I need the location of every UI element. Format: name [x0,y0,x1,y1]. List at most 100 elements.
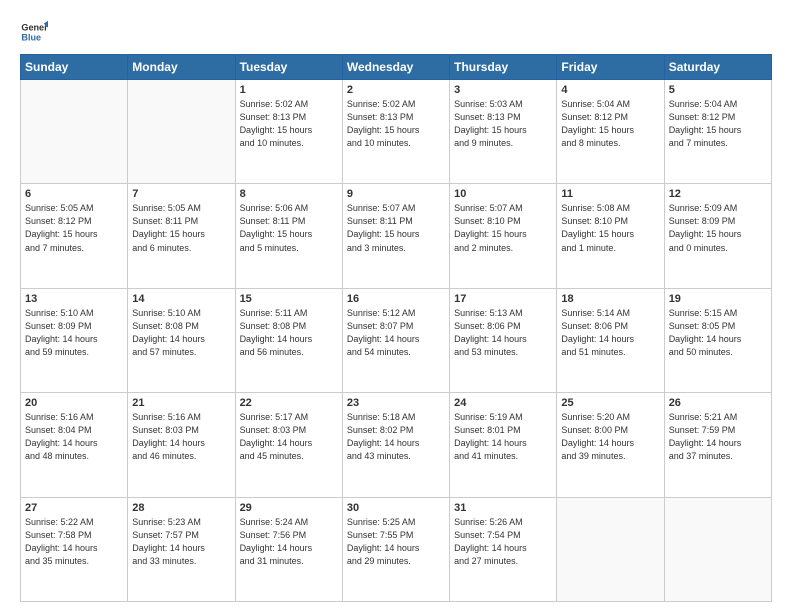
day-info: Sunrise: 5:11 AM Sunset: 8:08 PM Dayligh… [240,307,338,359]
weekday-monday: Monday [128,55,235,80]
header: General Blue [20,18,772,46]
svg-text:General: General [21,23,48,33]
day-info: Sunrise: 5:20 AM Sunset: 8:00 PM Dayligh… [561,411,659,463]
day-cell: 17 Sunrise: 5:13 AM Sunset: 8:06 PM Dayli… [450,288,557,392]
day-info: Sunrise: 5:04 AM Sunset: 8:12 PM Dayligh… [561,98,659,150]
day-info: Sunrise: 5:16 AM Sunset: 8:04 PM Dayligh… [25,411,123,463]
week-row-3: 13 Sunrise: 5:10 AM Sunset: 8:09 PM Dayli… [21,288,772,392]
day-info: Sunrise: 5:09 AM Sunset: 8:09 PM Dayligh… [669,202,767,254]
day-cell: 19Sunrise: 5:15 AM Sunset: 8:05 PM Dayli… [664,288,771,392]
day-info: Sunrise: 5:18 AM Sunset: 8:02 PM Dayligh… [347,411,445,463]
day-cell: 9 Sunrise: 5:07 AM Sunset: 8:11 PM Daylig… [342,184,449,288]
day-cell: 11Sunrise: 5:08 AM Sunset: 8:10 PM Dayli… [557,184,664,288]
day-cell: 4 Sunrise: 5:04 AM Sunset: 8:12 PM Daylig… [557,80,664,184]
day-cell [21,80,128,184]
day-cell: 15Sunrise: 5:11 AM Sunset: 8:08 PM Dayli… [235,288,342,392]
day-number: 31 [454,502,552,514]
day-number: 9 [347,188,445,200]
day-info: Sunrise: 5:19 AM Sunset: 8:01 PM Dayligh… [454,411,552,463]
day-cell: 25 Sunrise: 5:20 AM Sunset: 8:00 PM Dayli… [557,393,664,497]
day-number: 1 [240,84,338,96]
week-row-1: 1 Sunrise: 5:02 AM Sunset: 8:13 PM Daylig… [21,80,772,184]
day-number: 2 [347,84,445,96]
day-info: Sunrise: 5:23 AM Sunset: 7:57 PM Dayligh… [132,516,230,568]
day-info: Sunrise: 5:07 AM Sunset: 8:11 PM Dayligh… [347,202,445,254]
day-cell [557,497,664,601]
day-number: 5 [669,84,767,96]
week-row-2: 6Sunrise: 5:05 AM Sunset: 8:12 PM Daylig… [21,184,772,288]
day-info: Sunrise: 5:06 AM Sunset: 8:11 PM Dayligh… [240,202,338,254]
day-info: Sunrise: 5:02 AM Sunset: 8:13 PM Dayligh… [240,98,338,150]
day-cell: 8 Sunrise: 5:06 AM Sunset: 8:11 PM Daylig… [235,184,342,288]
weekday-wednesday: Wednesday [342,55,449,80]
day-cell: 21 Sunrise: 5:16 AM Sunset: 8:03 PM Dayli… [128,393,235,497]
day-number: 16 [347,293,445,305]
day-number: 3 [454,84,552,96]
day-number: 30 [347,502,445,514]
day-number: 17 [454,293,552,305]
day-info: Sunrise: 5:08 AM Sunset: 8:10 PM Dayligh… [561,202,659,254]
day-number: 28 [132,502,230,514]
day-number: 8 [240,188,338,200]
calendar: SundayMondayTuesdayWednesdayThursdayFrid… [20,54,772,602]
day-info: Sunrise: 5:25 AM Sunset: 7:55 PM Dayligh… [347,516,445,568]
day-cell: 16 Sunrise: 5:12 AM Sunset: 8:07 PM Dayli… [342,288,449,392]
day-info: Sunrise: 5:10 AM Sunset: 8:09 PM Dayligh… [25,307,123,359]
day-cell: 7Sunrise: 5:05 AM Sunset: 8:11 PM Daylig… [128,184,235,288]
day-info: Sunrise: 5:26 AM Sunset: 7:54 PM Dayligh… [454,516,552,568]
weekday-header-row: SundayMondayTuesdayWednesdayThursdayFrid… [21,55,772,80]
day-cell: 12 Sunrise: 5:09 AM Sunset: 8:09 PM Dayli… [664,184,771,288]
day-number: 25 [561,397,659,409]
day-cell: 31 Sunrise: 5:26 AM Sunset: 7:54 PM Dayli… [450,497,557,601]
day-cell: 20 Sunrise: 5:16 AM Sunset: 8:04 PM Dayli… [21,393,128,497]
day-info: Sunrise: 5:14 AM Sunset: 8:06 PM Dayligh… [561,307,659,359]
day-number: 20 [25,397,123,409]
day-cell [128,80,235,184]
day-info: Sunrise: 5:12 AM Sunset: 8:07 PM Dayligh… [347,307,445,359]
day-info: Sunrise: 5:17 AM Sunset: 8:03 PM Dayligh… [240,411,338,463]
day-number: 14 [132,293,230,305]
day-cell: 28 Sunrise: 5:23 AM Sunset: 7:57 PM Dayli… [128,497,235,601]
week-row-5: 27 Sunrise: 5:22 AM Sunset: 7:58 PM Dayli… [21,497,772,601]
day-cell: 30 Sunrise: 5:25 AM Sunset: 7:55 PM Dayli… [342,497,449,601]
day-number: 13 [25,293,123,305]
day-cell: 2Sunrise: 5:02 AM Sunset: 8:13 PM Daylig… [342,80,449,184]
day-number: 27 [25,502,123,514]
day-number: 4 [561,84,659,96]
day-info: Sunrise: 5:22 AM Sunset: 7:58 PM Dayligh… [25,516,123,568]
day-cell: 22 Sunrise: 5:17 AM Sunset: 8:03 PM Dayli… [235,393,342,497]
day-cell [664,497,771,601]
day-number: 22 [240,397,338,409]
day-number: 18 [561,293,659,305]
day-number: 23 [347,397,445,409]
day-info: Sunrise: 5:07 AM Sunset: 8:10 PM Dayligh… [454,202,552,254]
weekday-thursday: Thursday [450,55,557,80]
day-number: 10 [454,188,552,200]
day-cell: 29Sunrise: 5:24 AM Sunset: 7:56 PM Dayli… [235,497,342,601]
day-cell: 14Sunrise: 5:10 AM Sunset: 8:08 PM Dayli… [128,288,235,392]
day-cell: 3Sunrise: 5:03 AM Sunset: 8:13 PM Daylig… [450,80,557,184]
weekday-friday: Friday [557,55,664,80]
weekday-tuesday: Tuesday [235,55,342,80]
day-number: 12 [669,188,767,200]
logo-icon: General Blue [20,18,48,46]
day-cell: 26Sunrise: 5:21 AM Sunset: 7:59 PM Dayli… [664,393,771,497]
day-cell: 5Sunrise: 5:04 AM Sunset: 8:12 PM Daylig… [664,80,771,184]
logo: General Blue [20,18,48,46]
day-cell: 6Sunrise: 5:05 AM Sunset: 8:12 PM Daylig… [21,184,128,288]
day-number: 19 [669,293,767,305]
day-info: Sunrise: 5:05 AM Sunset: 8:12 PM Dayligh… [25,202,123,254]
page: General Blue SundayMondayTuesdayWednesda… [0,0,792,612]
day-cell: 13 Sunrise: 5:10 AM Sunset: 8:09 PM Dayli… [21,288,128,392]
day-cell: 18 Sunrise: 5:14 AM Sunset: 8:06 PM Dayli… [557,288,664,392]
day-number: 29 [240,502,338,514]
day-info: Sunrise: 5:16 AM Sunset: 8:03 PM Dayligh… [132,411,230,463]
day-cell: 1 Sunrise: 5:02 AM Sunset: 8:13 PM Daylig… [235,80,342,184]
day-info: Sunrise: 5:13 AM Sunset: 8:06 PM Dayligh… [454,307,552,359]
week-row-4: 20 Sunrise: 5:16 AM Sunset: 8:04 PM Dayli… [21,393,772,497]
day-cell: 10 Sunrise: 5:07 AM Sunset: 8:10 PM Dayli… [450,184,557,288]
weekday-sunday: Sunday [21,55,128,80]
day-number: 21 [132,397,230,409]
weekday-saturday: Saturday [664,55,771,80]
day-number: 24 [454,397,552,409]
